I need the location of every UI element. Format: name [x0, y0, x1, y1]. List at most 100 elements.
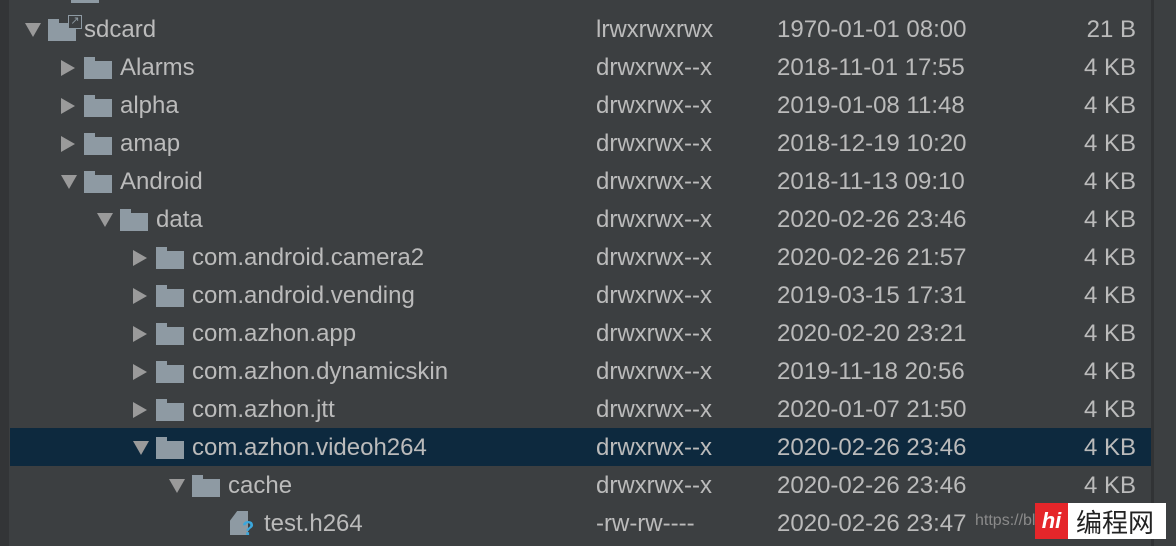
folder-icon — [84, 133, 112, 155]
permissions: drwxrwx--x — [596, 320, 712, 347]
expand-arrow-icon[interactable] — [133, 288, 147, 304]
tree-row[interactable]: com.android.camera2 drwxrwx--x 2020-02-26 … — [10, 238, 1151, 276]
permissions: drwxrwx--x — [596, 168, 712, 195]
file-size: 4 KB — [1083, 358, 1136, 385]
permissions: drwxrwx--x — [596, 92, 712, 119]
watermark-logo: hi 编程网 — [1035, 503, 1166, 539]
watermark-logo-mark: hi — [1035, 503, 1068, 539]
permissions: drwxrwx--x — [596, 206, 712, 233]
modified-date: 2020-01-07 21:50 — [777, 396, 967, 423]
file-name: com.android.camera2 — [192, 244, 425, 271]
expand-arrow-icon[interactable] — [133, 326, 147, 342]
modified-date: 2020-02-26 23:46 — [777, 434, 967, 461]
file-name: alpha — [120, 92, 179, 119]
tree-row[interactable]: com.azhon.app drwxrwx--x 2020-02-20 23:21 4… — [10, 314, 1151, 352]
file-size: 4 KB — [1083, 282, 1136, 309]
file-name: test.h264 — [264, 510, 363, 537]
collapse-arrow-icon[interactable] — [97, 213, 113, 227]
tree-row[interactable]: ↗ sdcard lrwxrwxrwx 1970-01-01 08:00 21 B — [10, 10, 1151, 48]
modified-date: 2020-02-20 23:21 — [777, 320, 967, 347]
file-size: 4 KB — [1083, 54, 1136, 81]
permissions: -rw-rw---- — [596, 510, 695, 537]
folder-icon — [84, 95, 112, 117]
permissions: drwxrwx--x — [596, 282, 712, 309]
file-size: 21 B — [1086, 16, 1136, 43]
file-size: 4 KB — [1083, 320, 1136, 347]
expand-arrow-icon[interactable] — [133, 364, 147, 380]
tree-row[interactable]: com.android.vending drwxrwx--x 2019-03-15 … — [10, 276, 1151, 314]
file-size: 4 KB — [1083, 244, 1136, 271]
folder-icon — [192, 475, 220, 497]
tree-row[interactable]: com.azhon.videoh264 drwxrwx--x 2020-02-26 … — [10, 428, 1151, 466]
watermark-logo-text: 编程网 — [1076, 508, 1155, 539]
expand-arrow-icon[interactable] — [133, 402, 147, 418]
panel-divider[interactable] — [1151, 0, 1154, 546]
modified-date: 2020-02-26 23:46 — [777, 472, 967, 499]
collapse-arrow-icon[interactable] — [25, 23, 41, 37]
symlink-icon: ↗ — [68, 15, 82, 29]
folder-icon — [84, 57, 112, 79]
modified-date: 2020-02-26 21:57 — [777, 244, 967, 271]
file-size: 4 KB — [1083, 92, 1136, 119]
collapse-arrow-icon[interactable] — [133, 441, 149, 455]
file-name: Android — [120, 168, 203, 195]
modified-date: 2019-03-15 17:31 — [777, 282, 967, 309]
modified-date: 2018-11-01 17:55 — [777, 54, 965, 81]
file-name: com.azhon.videoh264 — [192, 434, 427, 461]
folder-icon — [71, 0, 99, 3]
tree-row[interactable]: Alarms drwxrwx--x 2018-11-01 17:55 4 KB — [10, 48, 1151, 86]
tree-row[interactable]: com.azhon.jtt drwxrwx--x 2020-01-07 21:50 4… — [10, 390, 1151, 428]
file-name: com.android.vending — [192, 282, 415, 309]
left-gutter — [0, 0, 9, 546]
tree-row[interactable]: amap drwxrwx--x 2018-12-19 10:20 4 KB — [10, 124, 1151, 162]
unknown-type-icon: ? — [242, 518, 255, 540]
folder-icon — [156, 285, 184, 307]
file-size: 4 KB — [1083, 396, 1136, 423]
expand-arrow-icon[interactable] — [133, 250, 147, 266]
permissions: drwxrwx--x — [596, 358, 712, 385]
file-name: cache — [228, 472, 293, 499]
expand-arrow-icon[interactable] — [61, 136, 75, 152]
folder-icon: ↗ — [48, 15, 82, 41]
modified-date: 1970-01-01 08:00 — [777, 16, 967, 43]
permissions: drwxrwx--x — [596, 434, 712, 461]
modified-date: 2018-11-13 09:10 — [777, 168, 965, 195]
file-size: 4 KB — [1083, 472, 1136, 499]
modified-date: 2020-02-26 23:46 — [777, 206, 967, 233]
file-size: 4 KB — [1083, 130, 1136, 157]
tree-row[interactable] — [10, 0, 1151, 10]
folder-icon — [156, 247, 184, 269]
file-size: 4 KB — [1083, 206, 1136, 233]
permissions: drwxrwx--x — [596, 396, 712, 423]
file-name: sdcard — [84, 16, 157, 43]
folder-icon — [84, 171, 112, 193]
folder-icon — [156, 323, 184, 345]
file-name: com.azhon.dynamicskin — [192, 358, 449, 385]
tree-row[interactable]: com.azhon.dynamicskin drwxrwx--x 2019-11-1… — [10, 352, 1151, 390]
permissions: drwxrwx--x — [596, 472, 712, 499]
modified-date: 2019-01-08 11:48 — [777, 92, 965, 119]
tree-row[interactable]: Android drwxrwx--x 2018-11-13 09:10 4 KB — [10, 162, 1151, 200]
collapse-arrow-icon[interactable] — [169, 479, 185, 493]
folder-icon — [156, 437, 184, 459]
expand-arrow-icon[interactable] — [61, 98, 75, 114]
permissions: drwxrwx--x — [596, 130, 712, 157]
file-name: amap — [120, 130, 181, 157]
folder-icon — [156, 399, 184, 421]
permissions: lrwxrwxrwx — [596, 16, 714, 43]
device-file-tree[interactable]: ↗ sdcard lrwxrwxrwx 1970-01-01 08:00 21 B Ala… — [10, 0, 1151, 542]
file-name: data — [156, 206, 203, 233]
expand-arrow-icon[interactable] — [61, 60, 75, 76]
modified-date: 2019-11-18 20:56 — [777, 358, 965, 385]
tree-row[interactable]: data drwxrwx--x 2020-02-26 23:46 4 KB — [10, 200, 1151, 238]
modified-date: 2018-12-19 10:20 — [777, 130, 967, 157]
tree-row[interactable]: cache drwxrwx--x 2020-02-26 23:46 4 KB — [10, 466, 1151, 504]
tree-row[interactable]: alpha drwxrwx--x 2019-01-08 11:48 4 KB — [10, 86, 1151, 124]
folder-icon — [120, 209, 148, 231]
file-name: com.azhon.app — [192, 320, 357, 347]
file-name: com.azhon.jtt — [192, 396, 335, 423]
watermark-url: https://blo — [975, 512, 1045, 529]
file-size: 4 KB — [1083, 434, 1136, 461]
collapse-arrow-icon[interactable] — [61, 175, 77, 189]
folder-icon — [156, 361, 184, 383]
